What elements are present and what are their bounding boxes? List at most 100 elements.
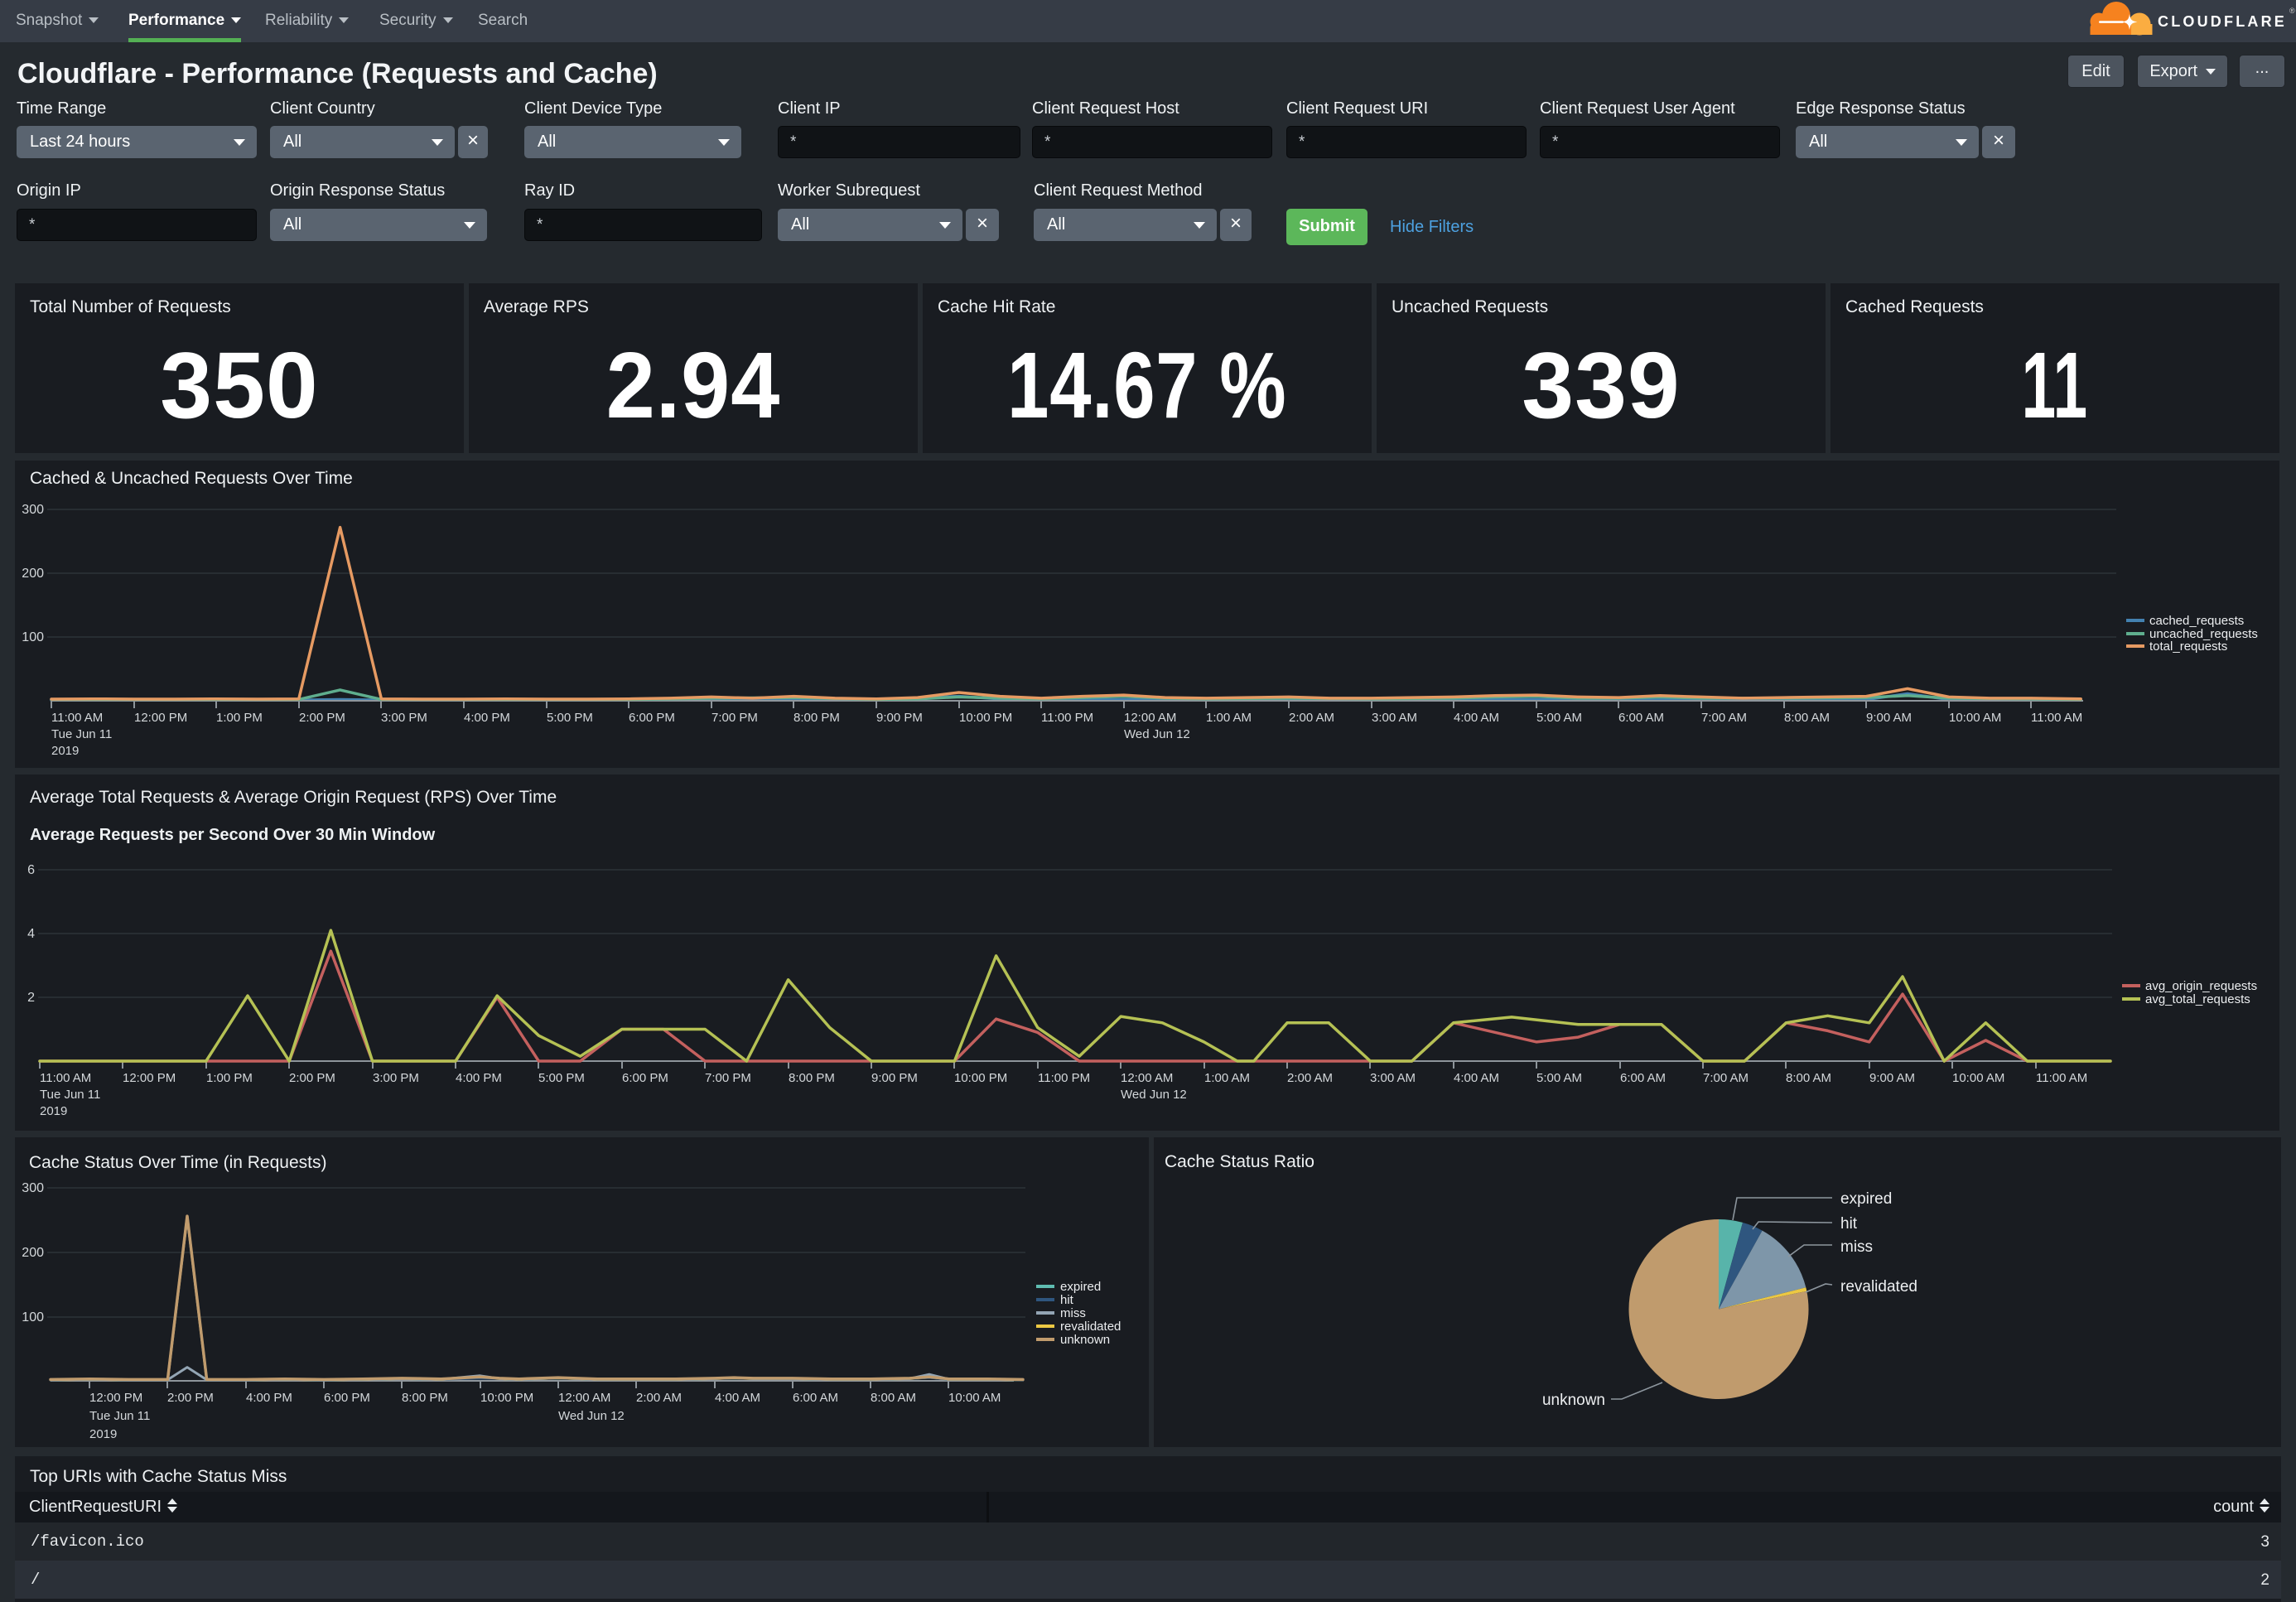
svg-text:6:00 AM: 6:00 AM [1618,711,1664,725]
svg-text:11:00 PM: 11:00 PM [1041,711,1093,725]
svg-text:2:00 AM: 2:00 AM [1289,711,1334,725]
svg-text:12:00 PM: 12:00 PM [123,1071,176,1085]
svg-text:hit: hit [1060,1293,1074,1307]
svg-text:7:00 PM: 7:00 PM [711,711,758,725]
svg-text:9:00 AM: 9:00 AM [1869,1071,1915,1085]
svg-text:2:00 AM: 2:00 AM [636,1391,682,1405]
svg-text:12:00 PM: 12:00 PM [134,711,187,725]
svg-text:miss: miss [1840,1238,1873,1256]
svg-text:6: 6 [27,863,35,877]
svg-text:Tue Jun 11: Tue Jun 11 [51,727,112,741]
svg-text:8:00 AM: 8:00 AM [871,1391,916,1405]
svg-text:2:00 PM: 2:00 PM [289,1071,335,1085]
svg-text:Tue Jun 11: Tue Jun 11 [89,1409,150,1423]
svg-text:2:00 PM: 2:00 PM [299,711,345,725]
svg-text:unknown: unknown [1060,1333,1110,1347]
svg-text:3:00 PM: 3:00 PM [381,711,427,725]
svg-text:6:00 AM: 6:00 AM [793,1391,838,1405]
svg-text:2019: 2019 [51,744,79,758]
svg-text:10:00 AM: 10:00 AM [948,1391,1001,1405]
svg-text:miss: miss [1060,1306,1086,1320]
svg-text:5:00 PM: 5:00 PM [538,1071,585,1085]
svg-text:4:00 PM: 4:00 PM [246,1391,292,1405]
svg-text:expired: expired [1060,1280,1101,1294]
svg-text:1:00 PM: 1:00 PM [206,1071,253,1085]
svg-text:7:00 AM: 7:00 AM [1701,711,1747,725]
svg-text:Wed Jun 12: Wed Jun 12 [558,1409,625,1423]
svg-text:1:00 AM: 1:00 AM [1206,711,1252,725]
svg-text:100: 100 [22,1310,44,1325]
svg-text:®: ® [2289,7,2295,15]
svg-text:cached_requests: cached_requests [2149,614,2244,628]
svg-text:10:00 PM: 10:00 PM [480,1391,533,1405]
svg-text:6:00 PM: 6:00 PM [629,711,675,725]
svg-text:12:00 PM: 12:00 PM [89,1391,142,1405]
svg-text:4:00 AM: 4:00 AM [715,1391,760,1405]
svg-text:5:00 AM: 5:00 AM [1536,1071,1582,1085]
svg-text:revalidated: revalidated [1060,1320,1121,1334]
svg-text:avg_origin_requests: avg_origin_requests [2145,979,2257,993]
svg-text:total_requests: total_requests [2149,639,2227,654]
svg-text:2019: 2019 [40,1104,67,1118]
svg-text:12:00 AM: 12:00 AM [1121,1071,1173,1085]
svg-text:3:00 AM: 3:00 AM [1372,711,1417,725]
svg-text:9:00 AM: 9:00 AM [1866,711,1912,725]
svg-text:2:00 PM: 2:00 PM [167,1391,214,1405]
svg-text:Average Total Requests & Avera: Average Total Requests & Average Origin … [30,788,557,807]
svg-text:CLOUDFLARE: CLOUDFLARE [2158,13,2287,30]
svg-text:5:00 AM: 5:00 AM [1536,711,1582,725]
svg-text:10:00 PM: 10:00 PM [954,1071,1007,1085]
svg-text:Tue Jun 11: Tue Jun 11 [40,1088,100,1102]
svg-text:4: 4 [27,927,35,941]
svg-text:Cache Status Over Time (in Req: Cache Status Over Time (in Requests) [29,1153,326,1172]
svg-text:2019: 2019 [89,1427,117,1441]
svg-text:Average Requests per Second Ov: Average Requests per Second Over 30 Min … [30,826,436,844]
svg-text:revalidated: revalidated [1840,1278,1917,1296]
svg-text:11:00 AM: 11:00 AM [2031,711,2082,725]
svg-text:7:00 AM: 7:00 AM [1703,1071,1749,1085]
svg-text:Wed Jun 12: Wed Jun 12 [1124,727,1190,741]
svg-text:2:00 AM: 2:00 AM [1287,1071,1333,1085]
svg-text:11:00 AM: 11:00 AM [2036,1071,2087,1085]
svg-text:5:00 PM: 5:00 PM [547,711,593,725]
svg-text:3:00 AM: 3:00 AM [1370,1071,1416,1085]
svg-text:10:00 PM: 10:00 PM [959,711,1012,725]
svg-text:100: 100 [22,630,44,644]
svg-text:8:00 PM: 8:00 PM [793,711,840,725]
svg-text:3:00 PM: 3:00 PM [373,1071,419,1085]
svg-text:hit: hit [1840,1215,1858,1233]
svg-text:8:00 PM: 8:00 PM [402,1391,448,1405]
svg-text:200: 200 [22,567,44,581]
svg-text:10:00 AM: 10:00 AM [1952,1071,2004,1085]
svg-text:300: 300 [22,503,44,517]
svg-text:10:00 AM: 10:00 AM [1949,711,2001,725]
svg-text:11:00 AM: 11:00 AM [40,1071,91,1085]
svg-text:4:00 PM: 4:00 PM [456,1071,502,1085]
svg-text:6:00 PM: 6:00 PM [324,1391,370,1405]
svg-text:4:00 AM: 4:00 AM [1454,1071,1499,1085]
svg-text:avg_total_requests: avg_total_requests [2145,992,2250,1006]
svg-text:11:00 PM: 11:00 PM [1038,1071,1090,1085]
svg-text:11:00 AM: 11:00 AM [51,711,103,725]
svg-text:expired: expired [1840,1190,1892,1208]
svg-text:8:00 AM: 8:00 AM [1786,1071,1831,1085]
svg-text:6:00 AM: 6:00 AM [1620,1071,1666,1085]
svg-text:1:00 PM: 1:00 PM [216,711,263,725]
svg-text:Cache Status Ratio: Cache Status Ratio [1165,1152,1314,1171]
svg-text:8:00 PM: 8:00 PM [789,1071,835,1085]
svg-text:300: 300 [22,1181,44,1195]
svg-text:2: 2 [27,991,35,1005]
svg-text:9:00 PM: 9:00 PM [871,1071,918,1085]
svg-text:9:00 PM: 9:00 PM [876,711,923,725]
svg-text:7:00 PM: 7:00 PM [705,1071,751,1085]
svg-text:8:00 AM: 8:00 AM [1784,711,1830,725]
svg-text:1:00 AM: 1:00 AM [1204,1071,1250,1085]
svg-text:12:00 AM: 12:00 AM [558,1391,610,1405]
svg-text:4:00 PM: 4:00 PM [464,711,510,725]
svg-text:Cached & Uncached Requests Ove: Cached & Uncached Requests Over Time [30,469,353,488]
svg-text:12:00 AM: 12:00 AM [1124,711,1176,725]
svg-text:unknown: unknown [1542,1392,1605,1409]
svg-text:Wed Jun 12: Wed Jun 12 [1121,1088,1187,1102]
svg-text:4:00 AM: 4:00 AM [1454,711,1499,725]
svg-text:200: 200 [22,1246,44,1260]
